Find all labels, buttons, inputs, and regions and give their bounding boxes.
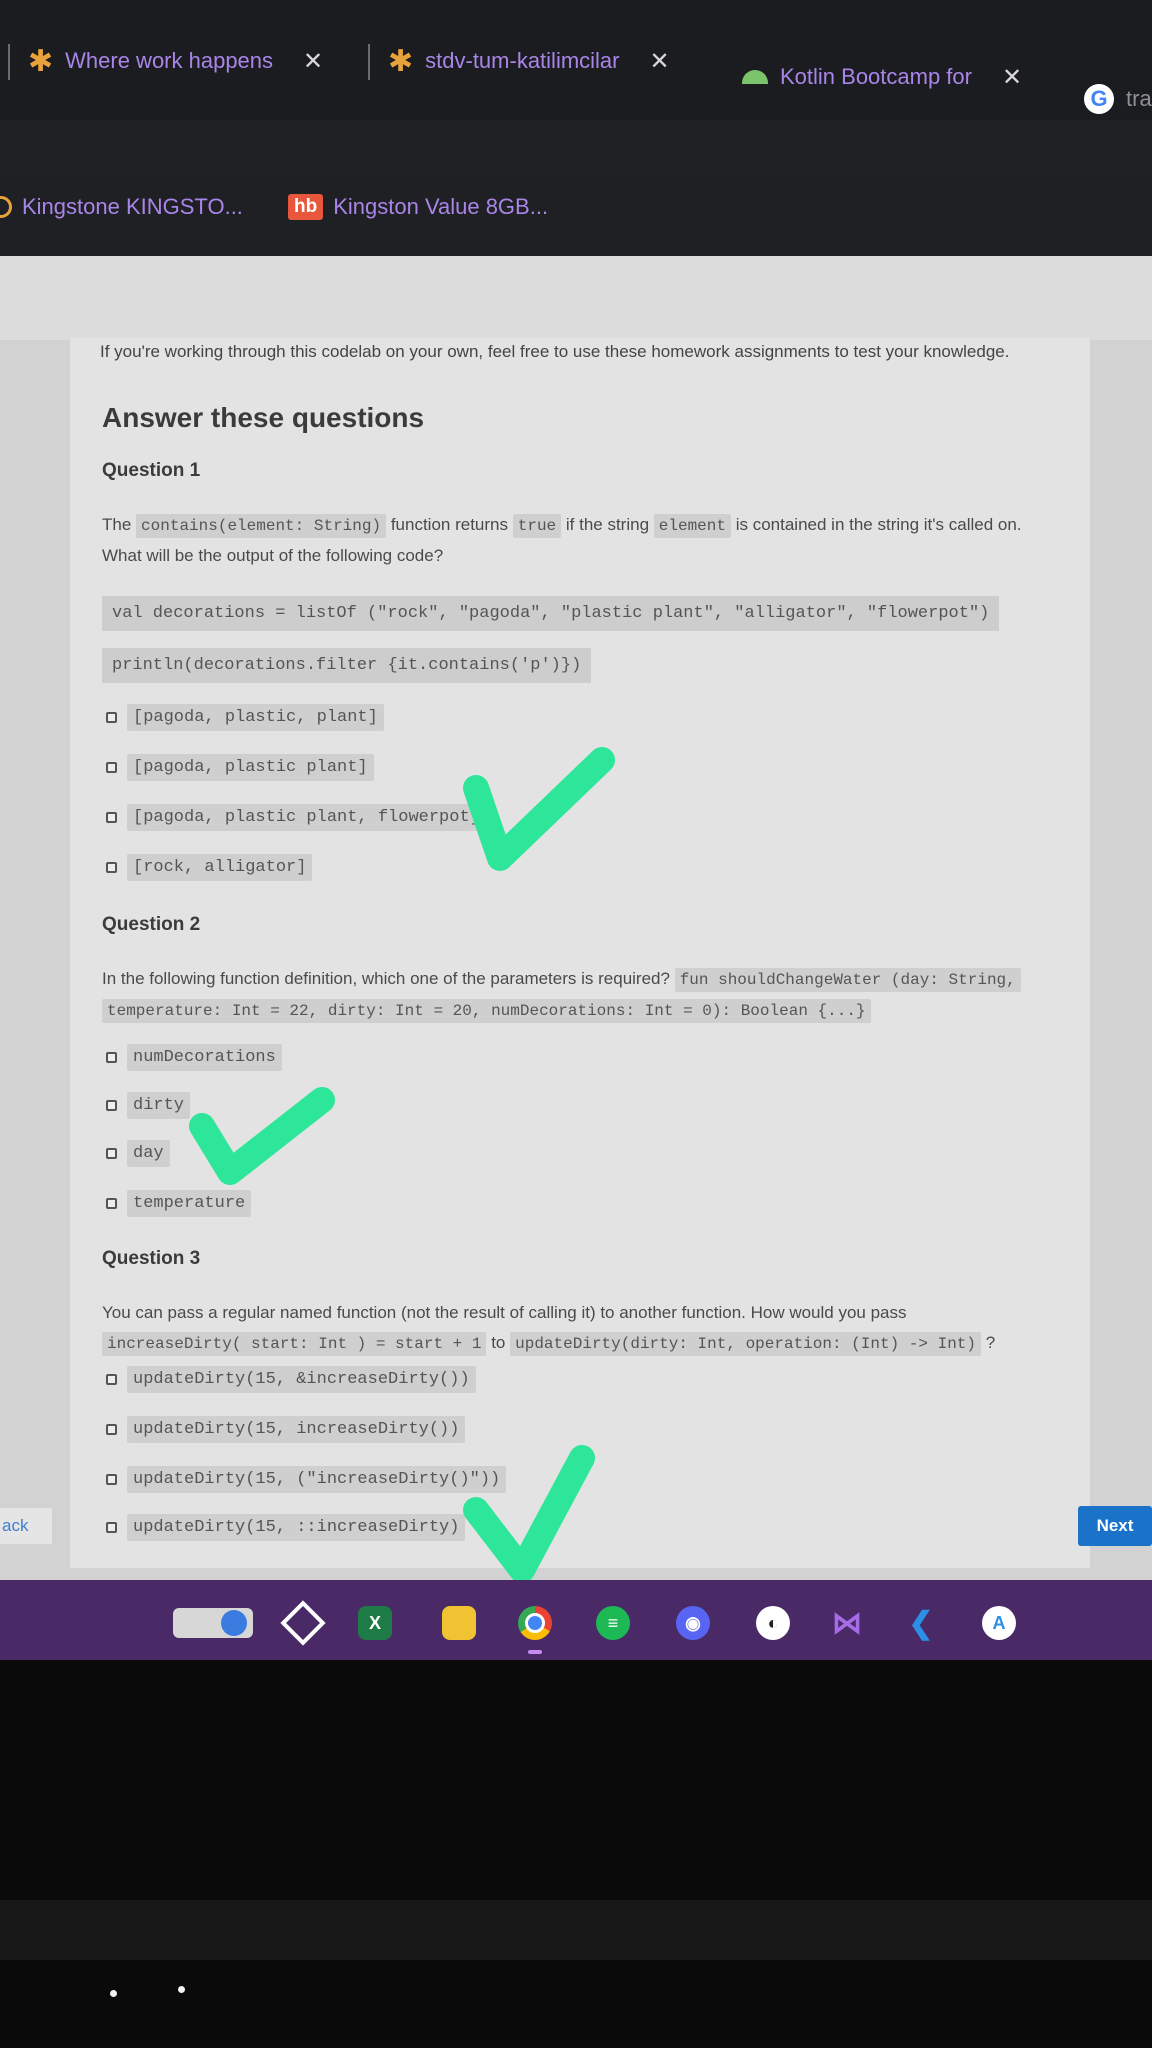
checkbox[interactable] — [106, 1374, 117, 1385]
tab-separator — [368, 44, 370, 80]
android-icon — [742, 70, 768, 84]
checkbox[interactable] — [106, 1052, 117, 1063]
checkmark-icon — [463, 1445, 595, 1583]
q3-option-2[interactable]: updateDirty(15, increaseDirty()) — [106, 1416, 466, 1443]
google-icon: G — [1084, 84, 1114, 114]
tab-label: Where work happens — [65, 48, 274, 73]
page-banner — [0, 256, 1152, 340]
hb-badge: hb — [288, 194, 324, 220]
active-indicator — [528, 1650, 542, 1654]
tab-google[interactable]: G tra — [1084, 78, 1152, 120]
q1-option-4[interactable]: [rock, alligator] — [106, 854, 313, 881]
option-label: dirty — [127, 1092, 191, 1119]
q3-option-1[interactable]: updateDirty(15, &increaseDirty()) — [106, 1366, 476, 1393]
question-2-text: In the following function definition, wh… — [102, 964, 1021, 1026]
checkbox[interactable] — [106, 1148, 117, 1159]
bookmark-kingston-value[interactable]: hb Kingston Value 8GB... — [288, 194, 548, 220]
intro-text: If you're working through this codelab o… — [100, 342, 1010, 361]
tab-kotlin-bootcamp[interactable]: Kotlin Bootcamp for ✕ — [742, 56, 1022, 98]
checkbox[interactable] — [106, 812, 117, 823]
launchpad-icon[interactable] — [168, 1606, 258, 1640]
unity-icon[interactable] — [280, 1600, 326, 1646]
q3-option-3[interactable]: updateDirty(15, ("increaseDirty()")) — [106, 1466, 507, 1493]
option-label: updateDirty(15, &increaseDirty()) — [127, 1366, 476, 1393]
visual-studio-icon[interactable]: ⋈ — [830, 1606, 864, 1640]
q2-option-4[interactable]: temperature — [106, 1190, 252, 1217]
option-label: temperature — [127, 1190, 252, 1217]
question-2-title: Question 2 — [102, 914, 201, 935]
question-1-text: The contains(element: String) function r… — [102, 514, 1022, 565]
code-line-1: val decorations = listOf ("rock", "pagod… — [102, 596, 1000, 631]
monitor-bezel — [0, 1660, 1152, 2048]
bookmark-kingstone[interactable]: Kingstone KINGSTO... — [0, 194, 243, 220]
light-dot — [178, 1986, 185, 1993]
back-button[interactable]: ack — [0, 1508, 52, 1544]
checkbox[interactable] — [106, 1424, 117, 1435]
q2-option-3[interactable]: day — [106, 1140, 170, 1167]
option-label: day — [127, 1140, 170, 1167]
tab-where-work-happens[interactable]: ✱ Where work happens ✕ — [28, 40, 323, 82]
option-label: numDecorations — [127, 1044, 282, 1071]
option-label: updateDirty(15, ::increaseDirty) — [127, 1514, 466, 1541]
desk-strip — [0, 1900, 1152, 1960]
option-label: [pagoda, plastic plant] — [127, 754, 374, 781]
tab-label: Kotlin Bootcamp for — [780, 64, 972, 89]
slack-icon: ✱ — [388, 44, 414, 78]
checkbox[interactable] — [106, 712, 117, 723]
browser-tab-bar: ✱ Where work happens ✕ ✱ stdv-tum-katili… — [0, 0, 1152, 120]
bookmarks-bar: Kingstone KINGSTO... hb Kingston Value 8… — [0, 176, 1152, 257]
option-label: [rock, alligator] — [127, 854, 313, 881]
section-heading: Answer these questions — [102, 402, 425, 433]
tab-label: stdv-tum-katilimcilar — [425, 48, 620, 73]
q1-option-2[interactable]: [pagoda, plastic plant] — [106, 754, 374, 781]
question-3-text: You can pass a regular named function (n… — [102, 1298, 995, 1359]
chrome-icon[interactable] — [518, 1606, 552, 1640]
code-line-2: println(decorations.filter {it.contains(… — [102, 648, 592, 683]
browser-toolbar — [0, 120, 1152, 176]
next-button[interactable]: Next — [1078, 1506, 1152, 1546]
checkbox[interactable] — [106, 1100, 117, 1111]
bookmark-label: Kingston Value 8GB... — [333, 194, 549, 219]
q2-option-2[interactable]: dirty — [106, 1092, 191, 1119]
tab-separator — [8, 44, 10, 80]
option-label: updateDirty(15, increaseDirty()) — [127, 1416, 466, 1443]
q1-option-1[interactable]: [pagoda, plastic, plant] — [106, 704, 384, 731]
files-icon[interactable] — [442, 1606, 476, 1640]
q1-option-3[interactable]: [pagoda, plastic plant, flowerpot] — [106, 804, 486, 831]
checkbox[interactable] — [106, 1522, 117, 1533]
option-label: [pagoda, plastic plant, flowerpot] — [127, 804, 486, 831]
vscode-icon[interactable]: ❮ — [904, 1606, 938, 1640]
checkbox[interactable] — [106, 1198, 117, 1209]
option-label: updateDirty(15, ("increaseDirty()")) — [127, 1466, 507, 1493]
appstore-icon[interactable]: A — [982, 1606, 1016, 1640]
checkbox[interactable] — [106, 862, 117, 873]
close-icon[interactable]: ✕ — [303, 47, 323, 76]
checkbox[interactable] — [106, 1474, 117, 1485]
tab-label: tra — [1126, 86, 1152, 111]
checkmark-icon — [189, 1087, 335, 1185]
light-dot — [110, 1990, 117, 1997]
option-label: [pagoda, plastic, plant] — [127, 704, 384, 731]
tab-stdv[interactable]: ✱ stdv-tum-katilimcilar ✕ — [388, 40, 670, 82]
question-3-title: Question 3 — [102, 1248, 201, 1269]
excel-icon[interactable]: X — [358, 1606, 392, 1640]
checkbox[interactable] — [106, 762, 117, 773]
close-icon[interactable]: ✕ — [1002, 63, 1022, 92]
spotify-icon[interactable]: ≡ — [596, 1606, 630, 1640]
close-icon[interactable]: ✕ — [650, 47, 670, 76]
question-1-title: Question 1 — [102, 460, 201, 481]
bookmark-label: Kingstone KINGSTO... — [22, 194, 243, 219]
github-icon[interactable]: ◐ — [756, 1606, 790, 1640]
q3-option-4[interactable]: updateDirty(15, ::increaseDirty) — [106, 1514, 466, 1541]
circle-icon — [0, 196, 12, 218]
discord-icon[interactable]: ◉ — [676, 1606, 710, 1640]
checkmark-icon — [463, 747, 615, 871]
slack-icon: ✱ — [28, 44, 54, 78]
q2-option-1[interactable]: numDecorations — [106, 1044, 282, 1071]
